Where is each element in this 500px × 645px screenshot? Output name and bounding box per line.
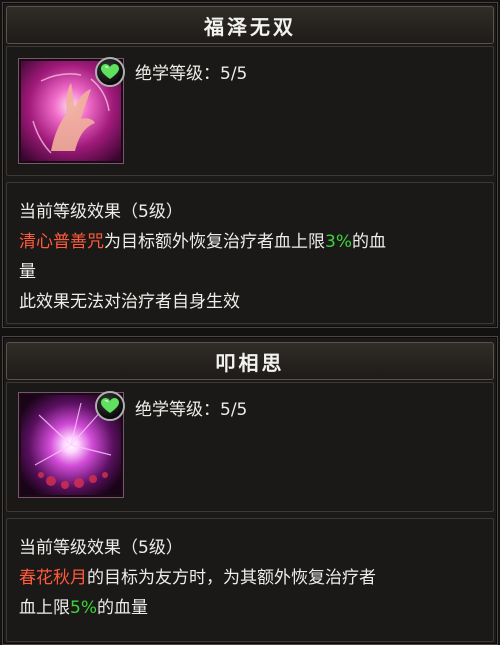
effect-percent: 5% [70, 598, 97, 618]
skill-title-bar: 叩相思 [6, 342, 494, 380]
level-label: 绝学等级： [135, 64, 220, 84]
effect-text: 血上限 [19, 598, 70, 618]
effect-line-2: 量 [19, 262, 36, 282]
level-label: 绝学等级： [135, 400, 220, 420]
effect-box: 当前等级效果（5级） 春花秋月的目标为友方时，为其额外恢复治疗者 血上限5%的血… [6, 518, 494, 642]
effect-skill-name: 清心普善咒 [19, 232, 104, 252]
level-line: 绝学等级：5/5 [135, 395, 247, 420]
skill-title-bar: 福泽无双 [6, 6, 494, 44]
effect-text-tail: 的血量 [96, 598, 148, 618]
heart-badge-icon [95, 57, 125, 87]
effect-line-2: 血上限5%的血量 [19, 593, 485, 623]
effect-description: 当前等级效果（5级） 清心普善咒为目标额外恢复治疗者血上限3%的血 量 此效果无… [19, 197, 485, 317]
heart-badge-icon [95, 391, 125, 421]
effect-line-1: 清心普善咒为目标额外恢复治疗者血上限3%的血 [19, 227, 485, 257]
effect-text: 的目标为友方时，为其额外恢复治疗者 [87, 568, 376, 588]
level-line: 绝学等级：5/5 [135, 59, 247, 84]
effect-percent: 3% [325, 232, 352, 252]
skill-card-1: 福泽无双 绝学等级：5/5 当前等级效果（5级） 清心普善咒为目标额外恢复治疗者… [2, 2, 498, 328]
effect-box: 当前等级效果（5级） 清心普善咒为目标额外恢复治疗者血上限3%的血 量 此效果无… [6, 182, 494, 324]
effect-header: 当前等级效果（5级） [19, 202, 183, 222]
effect-description: 当前等级效果（5级） 春花秋月的目标为友方时，为其额外恢复治疗者 血上限5%的血… [19, 533, 485, 623]
effect-text-tail: 的血 [351, 232, 386, 252]
effect-header: 当前等级效果（5级） [19, 538, 183, 558]
level-value: 5/5 [220, 400, 248, 420]
skill-name: 叩相思 [215, 350, 285, 375]
skill-name: 福泽无双 [204, 14, 296, 39]
skill-header-box: 绝学等级：5/5 [6, 382, 494, 512]
effect-skill-name: 春花秋月 [19, 568, 87, 588]
level-value: 5/5 [220, 64, 248, 84]
skill-card-2: 叩相思 绝学等级：5/5 当前等级效果（5级） 春花秋月的目标为友方时，为其额外… [2, 336, 498, 645]
skill-header-box: 绝学等级：5/5 [6, 46, 494, 176]
effect-line-3: 此效果无法对治疗者自身生效 [19, 292, 240, 312]
effect-line-1: 春花秋月的目标为友方时，为其额外恢复治疗者 [19, 563, 485, 593]
effect-text: 为目标额外恢复治疗者血上限 [104, 232, 325, 252]
